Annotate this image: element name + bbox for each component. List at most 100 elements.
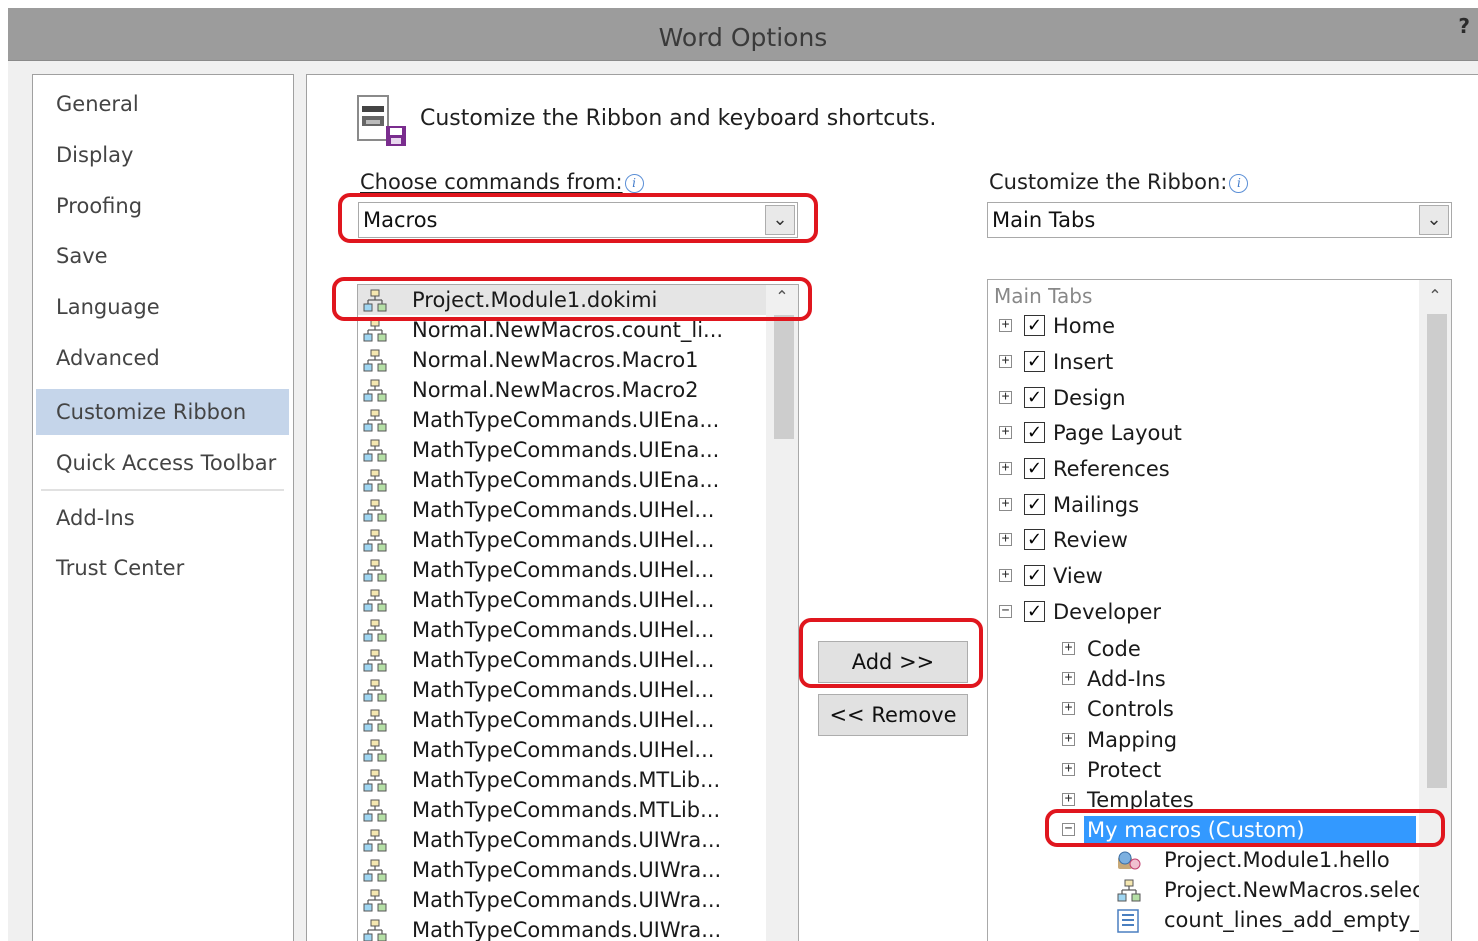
window-title: Word Options — [658, 23, 828, 52]
tree-header: Main Tabs — [994, 284, 1093, 308]
customize-ribbon-icon — [356, 92, 412, 148]
macro-icon — [362, 649, 388, 673]
collapse-icon[interactable]: − — [999, 604, 1012, 618]
expand-icon[interactable]: + — [999, 568, 1012, 582]
expand-icon[interactable]: + — [999, 318, 1012, 332]
checkbox[interactable]: ✓ — [1024, 601, 1045, 622]
tree-item-label: Mapping — [1087, 728, 1178, 752]
tree-item-label: View — [1053, 564, 1103, 588]
list-item-label: MathTypeCommands.UIWra... — [412, 858, 722, 882]
macro-icon — [362, 379, 388, 403]
sidebar-item-trust-center[interactable]: Trust Center — [36, 545, 289, 591]
tree-item-label: Protect — [1087, 758, 1162, 782]
help-button[interactable]: ? — [1458, 14, 1470, 38]
checkbox[interactable]: ✓ — [1024, 387, 1045, 408]
list-item-label: MathTypeCommands.UIEna... — [412, 438, 720, 462]
macro-smiley-icon — [1116, 849, 1142, 873]
expand-icon[interactable]: + — [1062, 671, 1075, 685]
remove-button[interactable]: << Remove — [818, 694, 968, 736]
tree-item-label: count_lines_add_empty_li — [1164, 908, 1433, 932]
list-item-label: MathTypeCommands.UIHel... — [412, 678, 715, 702]
expand-icon[interactable]: + — [1062, 641, 1075, 655]
checkbox[interactable]: ✓ — [1024, 529, 1045, 550]
sidebar-item-advanced[interactable]: Advanced — [36, 335, 289, 381]
macro-icon — [362, 829, 388, 853]
list-item-label: Normal.NewMacros.count_li... — [412, 318, 724, 342]
sidebar-divider — [41, 489, 284, 491]
commands-source-dropdown[interactable]: Macros ⌄ — [358, 202, 798, 238]
macro-icon — [362, 529, 388, 553]
sidebar-item-language[interactable]: Language — [36, 284, 289, 330]
ribbon-tree[interactable]: Main Tabs + ✓ Home + ✓ Insert + ✓ Design… — [987, 279, 1452, 941]
sidebar-item-quick-access-toolbar[interactable]: Quick Access Toolbar — [36, 440, 289, 486]
list-item-label: MathTypeCommands.UIHel... — [412, 528, 715, 552]
expand-icon[interactable]: + — [1062, 762, 1075, 776]
sidebar-item-proofing[interactable]: Proofing — [36, 183, 289, 229]
macro-icon — [362, 799, 388, 823]
sidebar-item-general[interactable]: General — [36, 81, 289, 127]
tree-group-my-macros[interactable]: − My macros (Custom) — [988, 813, 1418, 847]
tree-item-label: References — [1053, 457, 1170, 481]
macro-icon — [362, 859, 388, 883]
sidebar-item-add-ins[interactable]: Add-Ins — [36, 495, 289, 541]
macro-icon — [362, 889, 388, 913]
sidebar-item-display[interactable]: Display — [36, 132, 289, 178]
add-button[interactable]: Add >> — [818, 641, 968, 683]
list-item-label: MathTypeCommands.UIWra... — [412, 888, 722, 912]
title-bar: Word Options ? — [8, 8, 1478, 61]
ribbon-tabs-dropdown[interactable]: Main Tabs ⌄ — [987, 202, 1452, 238]
checkbox[interactable]: ✓ — [1024, 565, 1045, 586]
customize-ribbon-label-text: Customize the Ribbon: — [989, 170, 1228, 194]
list-item-label: Project.Module1.dokimi — [412, 288, 658, 312]
tree-item-label: Add-Ins — [1087, 667, 1166, 691]
list-item-label: MathTypeCommands.UIHel... — [412, 738, 715, 762]
expand-icon[interactable]: + — [1062, 701, 1075, 715]
ribbon-tree-scrollbar[interactable]: ⌃ — [1419, 280, 1451, 941]
macro-icon — [362, 739, 388, 763]
checkbox[interactable]: ✓ — [1024, 494, 1045, 515]
checkbox[interactable]: ✓ — [1024, 351, 1045, 372]
macro-icon — [362, 559, 388, 583]
document-list-icon — [1116, 909, 1142, 933]
list-item[interactable]: Project.Module1.dokimi — [358, 285, 766, 315]
list-item-label: MathTypeCommands.MTLib... — [412, 798, 721, 822]
chevron-down-icon[interactable]: ⌄ — [765, 205, 795, 235]
expand-icon[interactable]: + — [1062, 792, 1075, 806]
tree-item-label: Project.Module1.hello — [1164, 848, 1390, 872]
ribbon-tabs-value: Main Tabs — [992, 208, 1096, 232]
macro-icon — [362, 439, 388, 463]
macro-icon — [362, 469, 388, 493]
expand-icon[interactable]: + — [999, 354, 1012, 368]
macro-icon — [362, 319, 388, 343]
macro-icon — [362, 499, 388, 523]
scroll-up-icon[interactable]: ⌃ — [766, 287, 798, 311]
expand-icon[interactable]: + — [999, 461, 1012, 475]
expand-icon[interactable]: + — [1062, 732, 1075, 746]
macro-icon — [362, 769, 388, 793]
sidebar-item-save[interactable]: Save — [36, 233, 289, 279]
checkbox[interactable]: ✓ — [1024, 315, 1045, 336]
expand-icon[interactable]: + — [999, 532, 1012, 546]
expand-icon[interactable]: + — [999, 497, 1012, 511]
expand-icon[interactable]: + — [999, 425, 1012, 439]
commands-scrollbar[interactable]: ⌃ — [766, 285, 798, 941]
macro-icon — [362, 289, 388, 313]
tree-item-label: Developer — [1053, 600, 1162, 624]
checkbox[interactable]: ✓ — [1024, 458, 1045, 479]
page-heading: Customize the Ribbon and keyboard shortc… — [420, 106, 937, 131]
macro-icon — [362, 709, 388, 733]
list-item-label: MathTypeCommands.UIHel... — [412, 648, 715, 672]
expand-icon[interactable]: + — [999, 390, 1012, 404]
commands-listbox[interactable]: Project.Module1.dokimi Normal.NewMacros.… — [357, 284, 799, 941]
sidebar-item-customize-ribbon[interactable]: Customize Ribbon — [36, 389, 289, 435]
scrollbar-thumb[interactable] — [1427, 314, 1447, 788]
choose-commands-label-text: Choose commands from: — [360, 170, 623, 194]
collapse-icon[interactable]: − — [1062, 822, 1075, 836]
scrollbar-thumb[interactable] — [774, 315, 794, 439]
chevron-down-icon[interactable]: ⌄ — [1419, 205, 1449, 235]
macro-icon — [362, 409, 388, 433]
info-icon: i — [1229, 174, 1249, 193]
checkbox[interactable]: ✓ — [1024, 422, 1045, 443]
tree-item-label: Templates — [1087, 788, 1194, 812]
scroll-up-icon[interactable]: ⌃ — [1419, 286, 1451, 310]
